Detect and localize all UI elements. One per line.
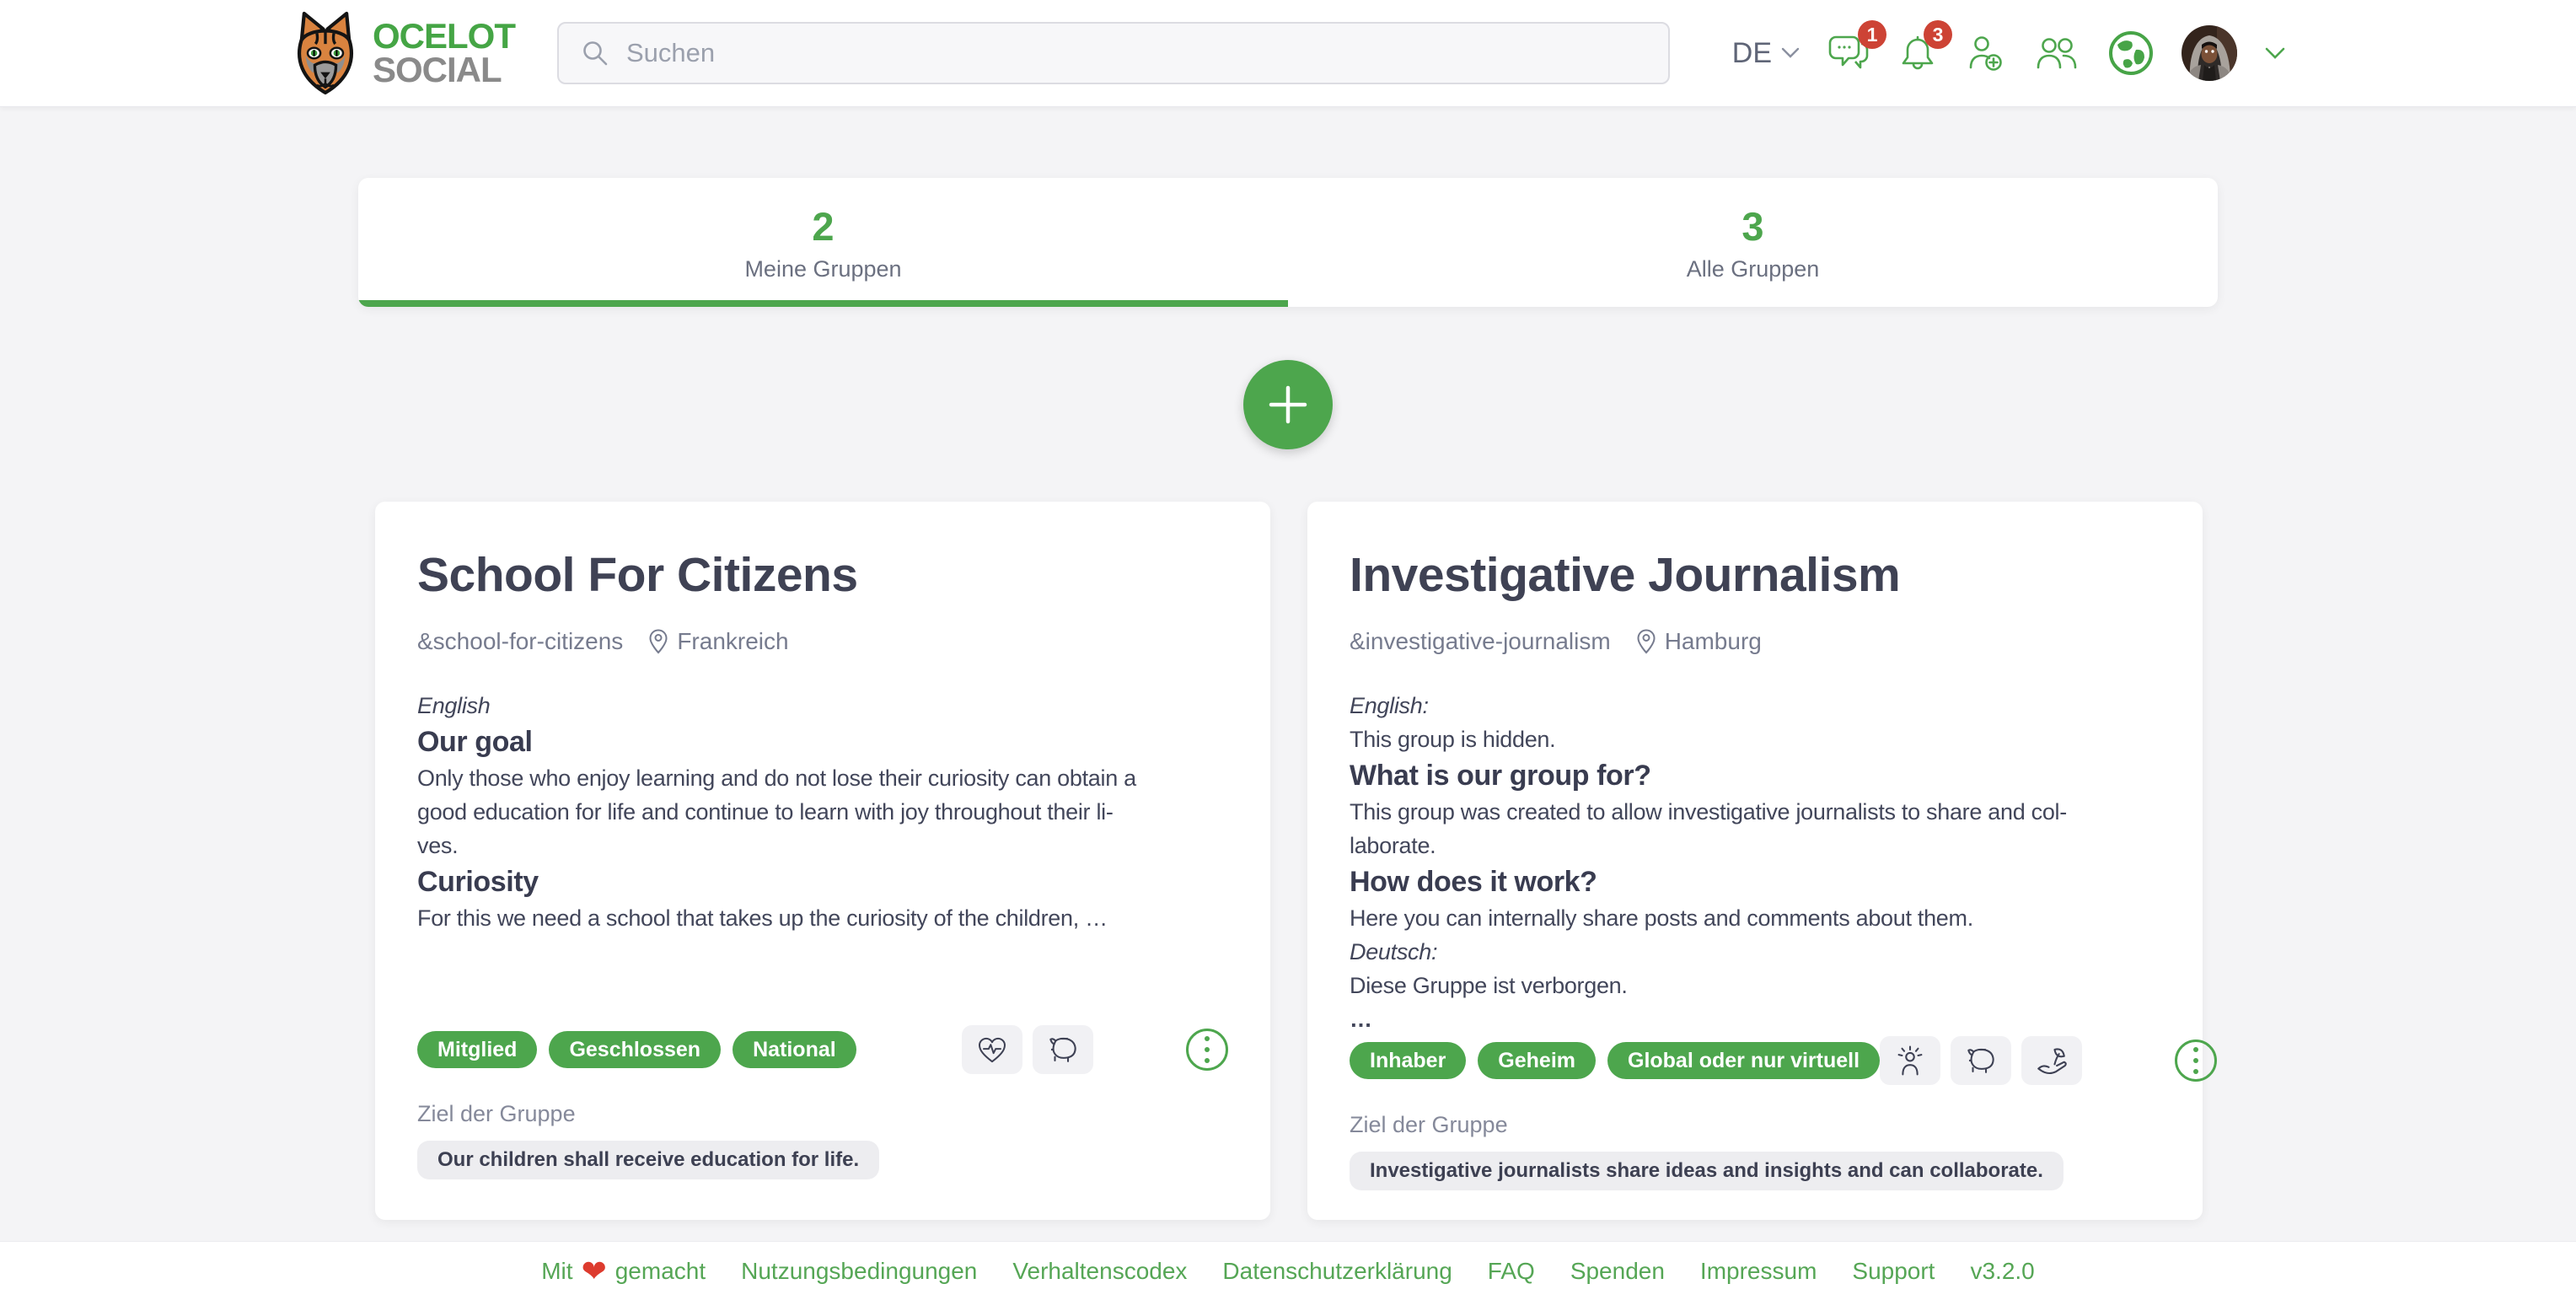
footer-link-code-of-conduct[interactable]: Verhaltenscodex (1012, 1258, 1187, 1285)
all-groups-count: 3 (1741, 203, 1763, 250)
description-heading: How does it work? (1350, 862, 2160, 901)
search-bar[interactable] (557, 22, 1670, 84)
location-pin-icon (648, 629, 668, 654)
search-input[interactable] (625, 37, 1646, 69)
hand-leaf-icon (2034, 1044, 2069, 1077)
heart-pulse-icon (975, 1033, 1009, 1066)
group-title: Investigative Journalism (1350, 547, 2160, 603)
description-language: English: (1350, 689, 2160, 723)
description-line: Diese Gruppe ist verborgen. (1350, 969, 2160, 1002)
piggy-bank-icon (1963, 1045, 1999, 1077)
category-chip (1951, 1036, 2011, 1085)
chat-button[interactable]: 1 (1827, 32, 1871, 74)
description-line: Here you can internally share posts and … (1350, 901, 2160, 935)
footer-link-donate[interactable]: Spenden (1570, 1258, 1665, 1285)
description-heading: Our goal (417, 723, 1228, 761)
goal-label: Ziel der Gruppe (1350, 1112, 2160, 1138)
page-footer: Mit ❤ gemacht Nutzungsbedingungen Verhal… (0, 1241, 2576, 1300)
category-chip (2021, 1036, 2082, 1085)
group-location: Hamburg (1665, 628, 1762, 655)
footer-link-faq[interactable]: FAQ (1488, 1258, 1535, 1285)
tab-my-groups[interactable]: 2 Meine Gruppen (358, 178, 1288, 307)
category-chip (1880, 1036, 1940, 1085)
category-chip (1033, 1025, 1093, 1074)
footer-link-privacy[interactable]: Datenschutzerklärung (1222, 1258, 1452, 1285)
description-line: This group was created to allow investig… (1350, 795, 2160, 829)
description-heading: What is our group for? (1350, 756, 2160, 795)
top-navigation-bar: OCELOT SOCIAL DE 1 (0, 0, 2576, 107)
description-line: For this we need a school that takes up … (417, 901, 1228, 935)
chat-notification-badge: 1 (1858, 20, 1886, 49)
tab-all-groups[interactable]: 3 Alle Gruppen (1288, 178, 2218, 307)
globe-icon (2107, 30, 2155, 77)
visibility-badge: Geheim (1478, 1042, 1596, 1079)
scope-badge: National (733, 1031, 856, 1068)
notifications-button[interactable]: 3 (1898, 32, 1937, 74)
group-title: School For Citizens (417, 547, 1228, 603)
made-with-prefix: Mit (541, 1258, 572, 1285)
map-button[interactable] (2107, 30, 2155, 77)
heart-icon: ❤ (582, 1256, 607, 1287)
language-code: DE (1732, 37, 1772, 70)
kebab-menu-icon (1204, 1035, 1210, 1064)
group-menu-button[interactable] (2175, 1039, 2217, 1082)
people-icon (2033, 32, 2080, 74)
description-line: Only those who enjoy learning and do not… (417, 761, 1228, 795)
description-ellipsis: … (1350, 1002, 2160, 1036)
my-groups-count: 2 (812, 203, 834, 250)
group-slug: &school-for-citizens (417, 628, 623, 655)
kebab-menu-icon (2192, 1046, 2199, 1075)
goal-label: Ziel der Gruppe (417, 1101, 1228, 1127)
group-card-school-for-citizens[interactable]: School For Citizens &school-for-citizens… (375, 502, 1270, 1220)
footer-link-support[interactable]: Support (1852, 1258, 1935, 1285)
piggy-bank-icon (1045, 1034, 1081, 1066)
search-icon (581, 39, 609, 67)
plus-icon (1264, 381, 1312, 428)
add-person-button[interactable] (1964, 32, 2006, 74)
footer-link-terms[interactable]: Nutzungsbedingungen (741, 1258, 977, 1285)
description-line: This group is hidden. (1350, 723, 2160, 756)
groups-tab-bar: 2 Meine Gruppen 3 Alle Gruppen (358, 178, 2218, 307)
description-language: English (417, 689, 1228, 723)
group-location: Frankreich (677, 628, 788, 655)
person-rays-icon (1894, 1044, 1926, 1077)
group-goal: Our children shall receive education for… (417, 1141, 879, 1179)
my-groups-label: Meine Gruppen (744, 256, 901, 282)
description-line: good education for life and continue to … (417, 795, 1228, 829)
ocelot-social-logo[interactable]: OCELOT SOCIAL (290, 9, 515, 97)
add-person-icon (1964, 32, 2006, 74)
visibility-badge: Geschlossen (549, 1031, 721, 1068)
logo-text-line1: OCELOT (373, 19, 515, 53)
ocelot-cat-icon (290, 9, 361, 97)
scope-badge: Global oder nur virtuell (1607, 1042, 1880, 1079)
group-menu-button[interactable] (1186, 1029, 1228, 1071)
made-with-suffix: gemacht (615, 1258, 706, 1285)
group-goal: Investigative journalists share ideas an… (1350, 1152, 2063, 1190)
description-language: Deutsch: (1350, 935, 2160, 969)
role-badge: Mitglied (417, 1031, 537, 1068)
avatar[interactable] (2182, 25, 2237, 81)
group-card-list: School For Citizens &school-for-citizens… (375, 502, 2203, 1220)
footer-link-imprint[interactable]: Impressum (1700, 1258, 1817, 1285)
logo-text-line2: SOCIAL (373, 53, 515, 87)
all-groups-label: Alle Gruppen (1687, 256, 1820, 282)
chevron-down-icon (1780, 46, 1801, 60)
group-card-investigative-journalism[interactable]: Investigative Journalism &investigative-… (1307, 502, 2203, 1220)
category-chip (962, 1025, 1022, 1074)
version-label: v3.2.0 (1970, 1258, 2034, 1285)
description-line: laborate. (1350, 829, 2160, 862)
location-pin-icon (1636, 629, 1656, 654)
description-heading: Curiosity (417, 862, 1228, 901)
description-line: ves. (417, 829, 1228, 862)
avatar-menu-chevron-icon[interactable] (2264, 46, 2286, 61)
role-badge: Inhaber (1350, 1042, 1466, 1079)
made-with-love[interactable]: Mit ❤ gemacht (541, 1256, 706, 1287)
language-selector[interactable]: DE (1732, 37, 1801, 70)
bell-notification-badge: 3 (1924, 20, 1952, 49)
groups-button[interactable] (2033, 32, 2080, 74)
create-group-button[interactable] (1243, 360, 1333, 449)
group-slug: &investigative-journalism (1350, 628, 1611, 655)
